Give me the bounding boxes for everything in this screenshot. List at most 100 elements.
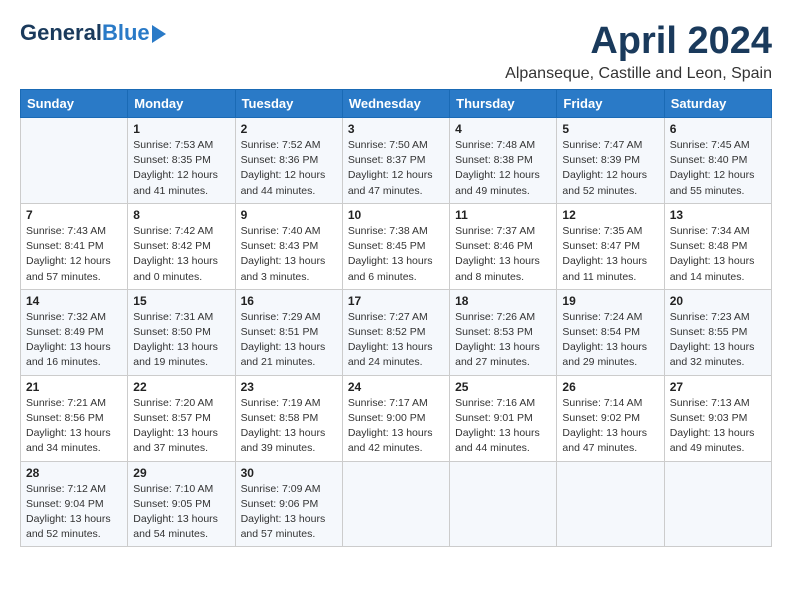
day-cell: 13 Sunrise: 7:34 AM Sunset: 8:48 PM Dayli…: [664, 203, 771, 289]
day-number: 11: [455, 208, 551, 222]
day-number: 22: [133, 380, 229, 394]
day-detail: Sunrise: 7:45 AM Sunset: 8:40 PM Dayligh…: [670, 138, 766, 199]
day-number: 6: [670, 122, 766, 136]
logo-general: General: [20, 20, 102, 46]
day-cell: 2 Sunrise: 7:52 AM Sunset: 8:36 PM Daylig…: [235, 118, 342, 204]
day-cell: 21 Sunrise: 7:21 AM Sunset: 8:56 PM Dayli…: [21, 375, 128, 461]
week-row-2: 7Sunrise: 7:43 AM Sunset: 8:41 PM Daylig…: [21, 203, 772, 289]
day-number: 26: [562, 380, 658, 394]
day-number: 5: [562, 122, 658, 136]
col-wednesday: Wednesday: [342, 90, 449, 118]
week-row-1: 1 Sunrise: 7:53 AM Sunset: 8:35 PM Daylig…: [21, 118, 772, 204]
day-number: 19: [562, 294, 658, 308]
day-detail: Sunrise: 7:34 AM Sunset: 8:48 PM Dayligh…: [670, 224, 766, 285]
day-cell: 25 Sunrise: 7:16 AM Sunset: 9:01 PM Dayli…: [450, 375, 557, 461]
day-detail: Sunrise: 7:43 AM Sunset: 8:41 PM Dayligh…: [26, 224, 122, 285]
day-number: 8: [133, 208, 229, 222]
day-cell: 5Sunrise: 7:47 AM Sunset: 8:39 PM Daylig…: [557, 118, 664, 204]
week-row-5: 28Sunrise: 7:12 AM Sunset: 9:04 PM Dayli…: [21, 461, 772, 547]
day-number: 18: [455, 294, 551, 308]
day-cell: 16 Sunrise: 7:29 AM Sunset: 8:51 PM Dayli…: [235, 289, 342, 375]
logo: General Blue: [20, 20, 166, 46]
day-detail: Sunrise: 7:21 AM Sunset: 8:56 PM Dayligh…: [26, 396, 122, 457]
day-number: 3: [348, 122, 444, 136]
day-detail: Sunrise: 7:53 AM Sunset: 8:35 PM Dayligh…: [133, 138, 229, 199]
logo-arrow-icon: [152, 25, 166, 43]
day-detail: Sunrise: 7:38 AM Sunset: 8:45 PM Dayligh…: [348, 224, 444, 285]
day-cell: 30 Sunrise: 7:09 AM Sunset: 9:06 PM Dayli…: [235, 461, 342, 547]
day-number: 2: [241, 122, 337, 136]
day-cell: 6 Sunrise: 7:45 AM Sunset: 8:40 PM Daylig…: [664, 118, 771, 204]
col-monday: Monday: [128, 90, 235, 118]
day-detail: Sunrise: 7:40 AM Sunset: 8:43 PM Dayligh…: [241, 224, 337, 285]
day-number: 15: [133, 294, 229, 308]
col-saturday: Saturday: [664, 90, 771, 118]
day-detail: Sunrise: 7:16 AM Sunset: 9:01 PM Dayligh…: [455, 396, 551, 457]
day-number: 1: [133, 122, 229, 136]
logo-blue: Blue: [102, 20, 150, 46]
page-header: General Blue April 2024 Alpanseque, Cast…: [20, 20, 772, 83]
day-cell: 4Sunrise: 7:48 AM Sunset: 8:38 PM Daylig…: [450, 118, 557, 204]
day-number: 16: [241, 294, 337, 308]
day-detail: Sunrise: 7:09 AM Sunset: 9:06 PM Dayligh…: [241, 482, 337, 543]
day-detail: Sunrise: 7:13 AM Sunset: 9:03 PM Dayligh…: [670, 396, 766, 457]
col-friday: Friday: [557, 90, 664, 118]
day-cell: 12Sunrise: 7:35 AM Sunset: 8:47 PM Dayli…: [557, 203, 664, 289]
day-number: 10: [348, 208, 444, 222]
day-cell: 22Sunrise: 7:20 AM Sunset: 8:57 PM Dayli…: [128, 375, 235, 461]
location-subtitle: Alpanseque, Castille and Leon, Spain: [505, 65, 772, 83]
day-cell: 14Sunrise: 7:32 AM Sunset: 8:49 PM Dayli…: [21, 289, 128, 375]
day-cell: [342, 461, 449, 547]
day-number: 13: [670, 208, 766, 222]
day-cell: 27 Sunrise: 7:13 AM Sunset: 9:03 PM Dayli…: [664, 375, 771, 461]
day-number: 24: [348, 380, 444, 394]
day-number: 17: [348, 294, 444, 308]
day-cell: 10 Sunrise: 7:38 AM Sunset: 8:45 PM Dayli…: [342, 203, 449, 289]
day-cell: [450, 461, 557, 547]
day-cell: 11 Sunrise: 7:37 AM Sunset: 8:46 PM Dayli…: [450, 203, 557, 289]
day-cell: 3Sunrise: 7:50 AM Sunset: 8:37 PM Daylig…: [342, 118, 449, 204]
day-number: 27: [670, 380, 766, 394]
day-cell: [664, 461, 771, 547]
day-number: 29: [133, 466, 229, 480]
day-number: 20: [670, 294, 766, 308]
day-cell: 29 Sunrise: 7:10 AM Sunset: 9:05 PM Dayli…: [128, 461, 235, 547]
day-cell: 26 Sunrise: 7:14 AM Sunset: 9:02 PM Dayli…: [557, 375, 664, 461]
day-detail: Sunrise: 7:29 AM Sunset: 8:51 PM Dayligh…: [241, 310, 337, 371]
day-detail: Sunrise: 7:24 AM Sunset: 8:54 PM Dayligh…: [562, 310, 658, 371]
day-cell: 28Sunrise: 7:12 AM Sunset: 9:04 PM Dayli…: [21, 461, 128, 547]
month-title: April 2024: [505, 20, 772, 63]
day-cell: 17 Sunrise: 7:27 AM Sunset: 8:52 PM Dayli…: [342, 289, 449, 375]
day-detail: Sunrise: 7:52 AM Sunset: 8:36 PM Dayligh…: [241, 138, 337, 199]
day-number: 25: [455, 380, 551, 394]
day-cell: [557, 461, 664, 547]
day-cell: 18 Sunrise: 7:26 AM Sunset: 8:53 PM Dayli…: [450, 289, 557, 375]
day-cell: 23Sunrise: 7:19 AM Sunset: 8:58 PM Dayli…: [235, 375, 342, 461]
day-detail: Sunrise: 7:10 AM Sunset: 9:05 PM Dayligh…: [133, 482, 229, 543]
day-detail: Sunrise: 7:14 AM Sunset: 9:02 PM Dayligh…: [562, 396, 658, 457]
day-detail: Sunrise: 7:35 AM Sunset: 8:47 PM Dayligh…: [562, 224, 658, 285]
day-cell: 8Sunrise: 7:42 AM Sunset: 8:42 PM Daylig…: [128, 203, 235, 289]
day-detail: Sunrise: 7:26 AM Sunset: 8:53 PM Dayligh…: [455, 310, 551, 371]
day-detail: Sunrise: 7:17 AM Sunset: 9:00 PM Dayligh…: [348, 396, 444, 457]
day-detail: Sunrise: 7:32 AM Sunset: 8:49 PM Dayligh…: [26, 310, 122, 371]
day-detail: Sunrise: 7:37 AM Sunset: 8:46 PM Dayligh…: [455, 224, 551, 285]
calendar-table: Sunday Monday Tuesday Wednesday Thursday…: [20, 89, 772, 547]
day-cell: 19 Sunrise: 7:24 AM Sunset: 8:54 PM Dayli…: [557, 289, 664, 375]
day-cell: 1 Sunrise: 7:53 AM Sunset: 8:35 PM Daylig…: [128, 118, 235, 204]
col-sunday: Sunday: [21, 90, 128, 118]
day-number: 30: [241, 466, 337, 480]
day-cell: 24 Sunrise: 7:17 AM Sunset: 9:00 PM Dayli…: [342, 375, 449, 461]
day-detail: Sunrise: 7:48 AM Sunset: 8:38 PM Dayligh…: [455, 138, 551, 199]
day-detail: Sunrise: 7:31 AM Sunset: 8:50 PM Dayligh…: [133, 310, 229, 371]
day-number: 21: [26, 380, 122, 394]
day-detail: Sunrise: 7:27 AM Sunset: 8:52 PM Dayligh…: [348, 310, 444, 371]
day-number: 9: [241, 208, 337, 222]
day-detail: Sunrise: 7:19 AM Sunset: 8:58 PM Dayligh…: [241, 396, 337, 457]
col-tuesday: Tuesday: [235, 90, 342, 118]
day-cell: 20 Sunrise: 7:23 AM Sunset: 8:55 PM Dayli…: [664, 289, 771, 375]
day-detail: Sunrise: 7:23 AM Sunset: 8:55 PM Dayligh…: [670, 310, 766, 371]
week-row-4: 21 Sunrise: 7:21 AM Sunset: 8:56 PM Dayli…: [21, 375, 772, 461]
col-thursday: Thursday: [450, 90, 557, 118]
day-cell: 7Sunrise: 7:43 AM Sunset: 8:41 PM Daylig…: [21, 203, 128, 289]
